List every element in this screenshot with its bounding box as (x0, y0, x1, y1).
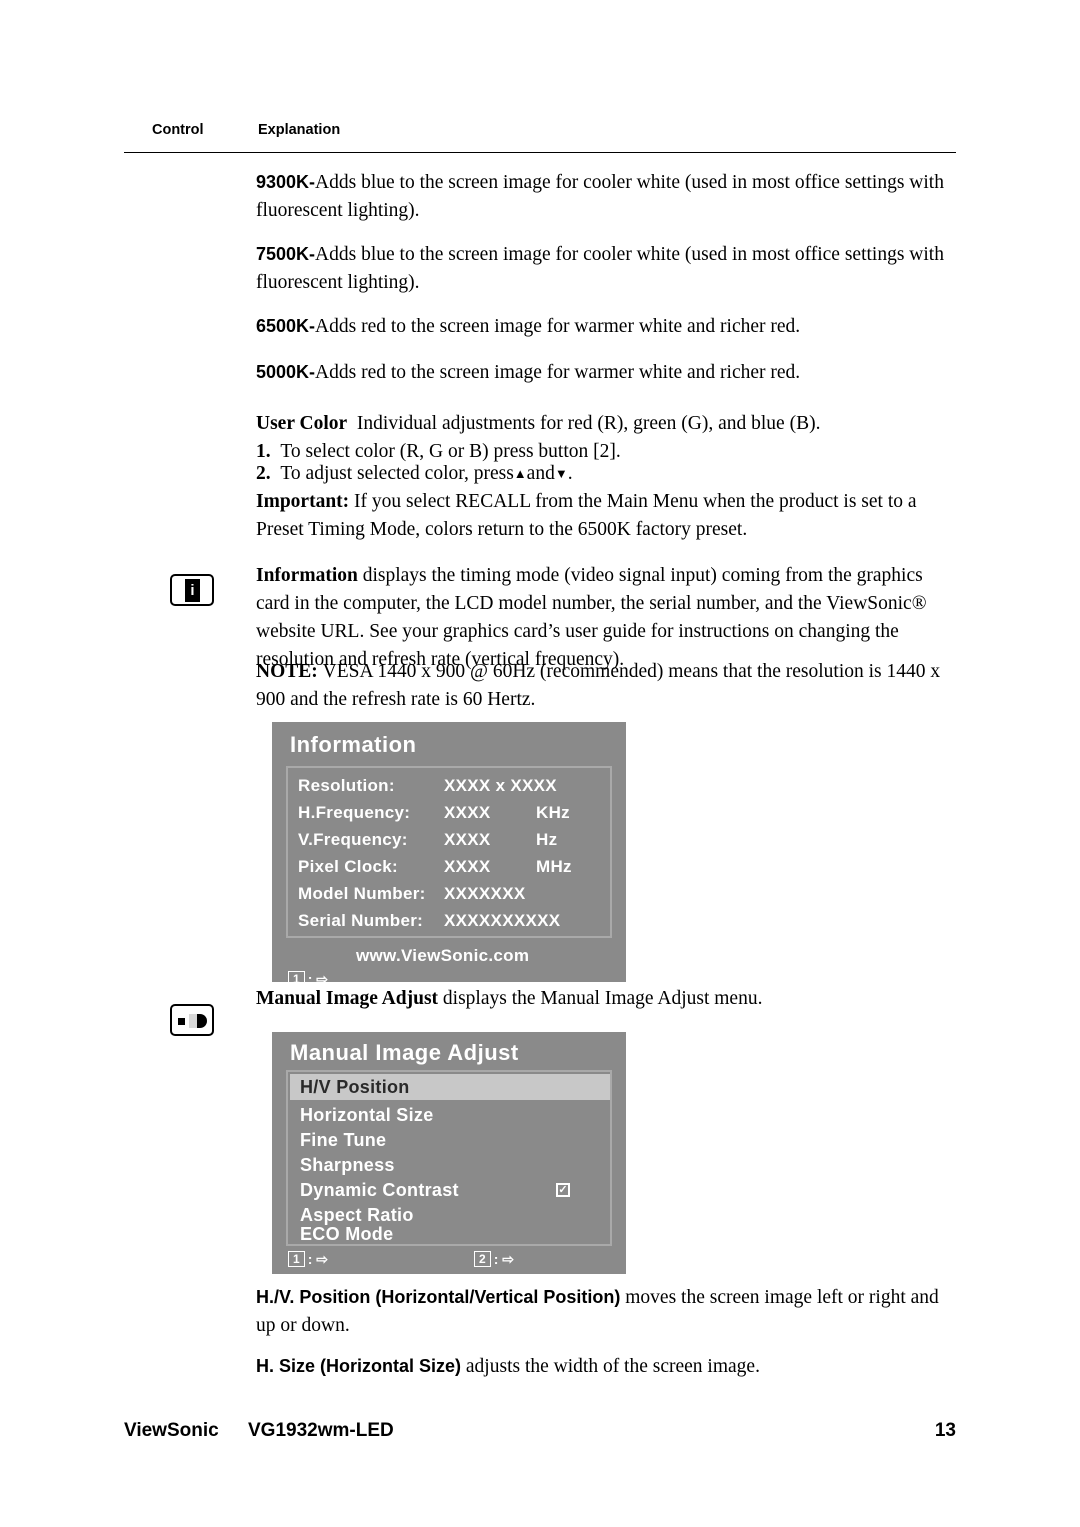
exit-arrow-icon: : ⇨ (307, 1250, 328, 1267)
osd-information-title: Information (290, 732, 417, 757)
text-important: If you select RECALL from the Main Menu … (256, 491, 917, 540)
osd-row-label: Serial Number: (298, 911, 424, 930)
step-2-number: 2. (256, 463, 271, 484)
osd-row-value: XXXX (444, 830, 491, 849)
osd-row-label: Resolution: (298, 776, 395, 795)
osd-item-dynamic-contrast[interactable]: Dynamic Contrast (300, 1180, 459, 1201)
osd-manual-title: Manual Image Adjust (290, 1040, 519, 1065)
paragraph-hv-position: H./V. Position (Horizontal/Vertical Posi… (256, 1283, 962, 1340)
osd-item-fine-tune[interactable]: Fine Tune (300, 1130, 386, 1151)
osd-item-sharpness[interactable]: Sharpness (300, 1155, 395, 1176)
info-letter-icon: i (185, 579, 200, 602)
label-note: NOTE: (256, 661, 318, 682)
text-user-color: Individual adjustments for red (R), gree… (356, 413, 821, 434)
osd-row-unit: KHz (536, 803, 570, 822)
label-important: Important: (256, 491, 350, 512)
osd-item-eco-mode[interactable]: ECO Mode (300, 1224, 393, 1245)
osd-row-value: XXXXXXXXXX (444, 911, 561, 930)
osd-row-unit: Hz (536, 830, 558, 849)
osd-row-value: XXXX (444, 857, 491, 876)
text-9300k: Adds blue to the screen image for cooler… (256, 172, 944, 221)
up-arrow-icon: ▲ (513, 466, 527, 481)
footer-page-number: 13 (934, 1420, 956, 1441)
text-h-size: adjusts the width of the screen image. (465, 1356, 760, 1377)
information-icon: i (170, 574, 214, 606)
paragraph-9300k: 9300K-Adds blue to the screen image for … (256, 168, 956, 225)
label-manual-image-adjust: Manual Image Adjust (256, 988, 439, 1009)
step-2: 2. To adjust selected color, press▲and▼. (256, 460, 956, 488)
osd-item-horizontal-size[interactable]: Horizontal Size (300, 1105, 434, 1126)
osd-row-label: Model Number: (298, 884, 426, 903)
label-7500k: 7500K- (256, 244, 316, 264)
text-manual-image-adjust: displays the Manual Image Adjust menu. (442, 988, 763, 1009)
label-6500k: 6500K- (256, 316, 316, 336)
paragraph-note: NOTE: VESA 1440 x 900 @ 60Hz (recommende… (256, 658, 962, 714)
label-user-color: User Color (256, 413, 348, 434)
paragraph-h-size: H. Size (Horizontal Size) adjusts the wi… (256, 1352, 962, 1381)
footer-brand: ViewSonic (124, 1420, 219, 1441)
osd-row-unit: MHz (536, 857, 572, 876)
osd-row-value: XXXX x XXXX (444, 776, 557, 795)
osd-manual-image-adjust-panel: Manual Image Adjust H/V Position Horizon… (272, 1032, 626, 1274)
label-hv-position: H./V. Position (Horizontal/Vertical Posi… (256, 1287, 621, 1307)
down-arrow-icon: ▼ (554, 466, 568, 481)
osd-information-list: Resolution: XXXX x XXXX H.Frequency: XXX… (286, 766, 612, 938)
header-explanation: Explanation (258, 122, 341, 138)
key-2-badge: 2 (474, 1251, 491, 1268)
text-note: VESA 1440 x 900 @ 60Hz (recommended) mea… (256, 661, 941, 710)
osd-row-label: Pixel Clock: (298, 857, 398, 876)
osd-row-label: V.Frequency: (298, 830, 408, 849)
footer-model: VG1932wm-LED (248, 1420, 394, 1441)
step-2-text-b: and (526, 463, 555, 484)
header-divider (124, 152, 956, 153)
key-1-badge: 1 (288, 1251, 305, 1268)
osd-row-value: XXXX (444, 803, 491, 822)
paragraph-manual-image-adjust: Manual Image Adjust displays the Manual … (256, 985, 956, 1013)
header-control: Control (152, 122, 204, 138)
osd-row-value: XXXXXXX (444, 884, 526, 903)
osd-manual-footer-key2: 2: ⇨ (474, 1250, 514, 1268)
text-5000k: Adds red to the screen image for warmer … (315, 362, 801, 383)
osd-row-label: H.Frequency: (298, 803, 411, 822)
label-h-size: H. Size (Horizontal Size) (256, 1356, 462, 1376)
osd-information-panel: Information Resolution: XXXX x XXXX H.Fr… (272, 722, 626, 988)
document-page: Control Explanation 9300K-Adds blue to t… (0, 0, 1080, 1527)
text-7500k: Adds blue to the screen image for cooler… (256, 244, 944, 293)
paragraph-6500k: 6500K-Adds red to the screen image for w… (256, 312, 956, 341)
checkbox-icon[interactable]: ✓ (556, 1183, 570, 1197)
manual-image-adjust-icon (170, 1004, 214, 1036)
image-adjust-shape-icon (189, 1014, 207, 1028)
enter-arrow-icon: : ⇨ (493, 1250, 514, 1267)
square-icon (178, 1018, 185, 1025)
label-9300k: 9300K- (256, 172, 316, 192)
osd-item-hv-position[interactable]: H/V Position (300, 1077, 410, 1098)
step-2-text-c: . (567, 463, 573, 484)
paragraph-user-color: User Color Individual adjustments for re… (256, 410, 956, 438)
osd-information-url: www.ViewSonic.com (356, 946, 530, 965)
step-1-number: 1. (256, 441, 271, 462)
text-6500k: Adds red to the screen image for warmer … (315, 316, 801, 337)
step-2-text-a: To adjust selected color, press (280, 463, 514, 484)
osd-manual-list: H/V Position Horizontal Size Fine Tune S… (286, 1070, 612, 1246)
osd-manual-footer-key1: 1: ⇨ (288, 1250, 328, 1268)
paragraph-important: Important: If you select RECALL from the… (256, 488, 956, 544)
paragraph-7500k: 7500K-Adds blue to the screen image for … (256, 240, 956, 297)
osd-item-aspect-ratio[interactable]: Aspect Ratio (300, 1205, 414, 1226)
label-information: Information (256, 565, 358, 586)
step-1-text: To select color (R, G or B) press button… (280, 441, 621, 462)
label-5000k: 5000K- (256, 362, 316, 382)
paragraph-5000k: 5000K-Adds red to the screen image for w… (256, 358, 956, 387)
